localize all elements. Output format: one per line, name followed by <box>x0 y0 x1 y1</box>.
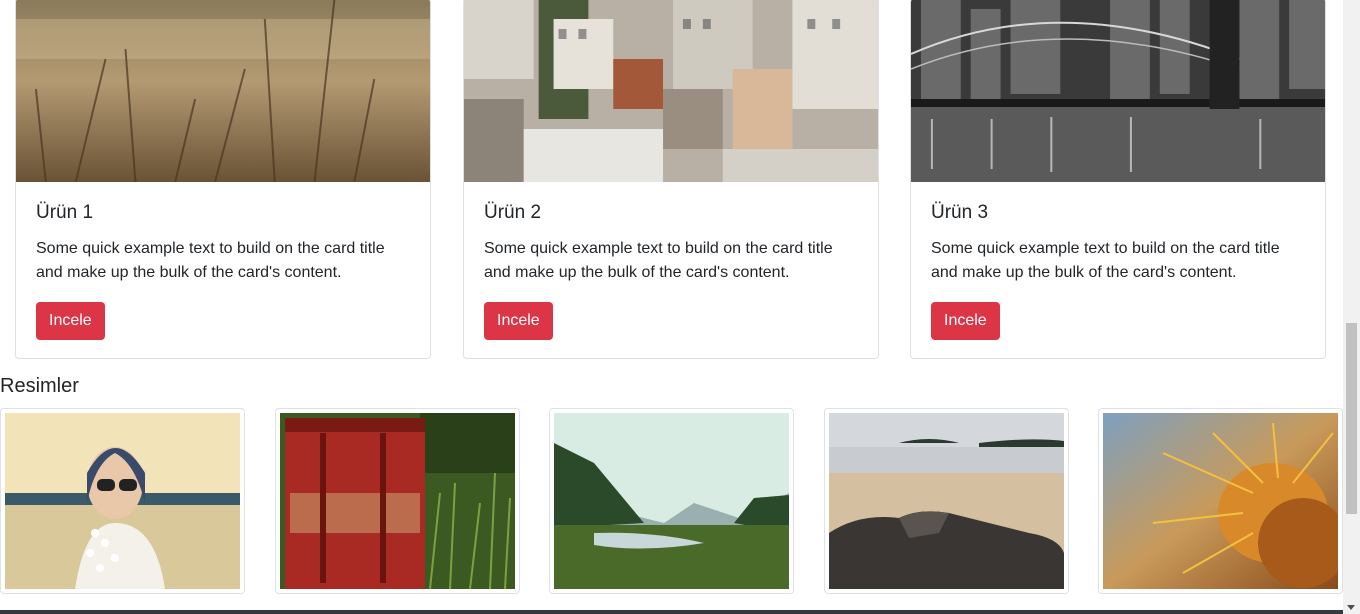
gallery-heading: Resimler <box>0 375 79 397</box>
gallery-thumbnail[interactable] <box>549 408 794 594</box>
gallery-thumbnail[interactable] <box>824 408 1069 594</box>
gallery-thumbnail[interactable] <box>0 408 245 594</box>
card-text: Some quick example text to build on the … <box>484 240 833 281</box>
mountain-valley-image <box>554 413 789 589</box>
red-barrel-image <box>280 413 515 589</box>
product-card: Ürün 1 Some quick example text to build … <box>15 0 431 359</box>
card-title: Ürün 2 <box>484 202 542 223</box>
card-text: Some quick example text to build on the … <box>931 240 1280 281</box>
incele-button[interactable]: Incele <box>931 302 1000 340</box>
scroll-down-arrow-icon[interactable] <box>1347 605 1355 610</box>
wheat-field-image <box>16 0 430 182</box>
card-title: Ürün 3 <box>931 202 989 223</box>
woman-flowers-image <box>5 413 240 589</box>
incele-button[interactable]: Incele <box>484 302 553 340</box>
gallery-thumbnail[interactable] <box>1098 408 1343 594</box>
city-rooftops-image <box>464 0 878 182</box>
card-text: Some quick example text to build on the … <box>36 240 385 281</box>
product-card: Ürün 3 Some quick example text to build … <box>910 0 1326 359</box>
scrollbar-thumb[interactable] <box>1346 323 1357 514</box>
incele-button[interactable]: Incele <box>36 302 105 340</box>
gallery-thumbnail[interactable] <box>275 408 520 594</box>
product-card: Ürün 2 Some quick example text to build … <box>463 0 879 359</box>
cactus-closeup-image <box>1103 413 1338 589</box>
beach-rocks-image <box>829 413 1064 589</box>
vertical-scrollbar[interactable] <box>1343 0 1360 614</box>
card-title: Ürün 1 <box>36 202 94 223</box>
bridge-skyline-image <box>911 0 1325 182</box>
footer-bar <box>0 610 1343 614</box>
